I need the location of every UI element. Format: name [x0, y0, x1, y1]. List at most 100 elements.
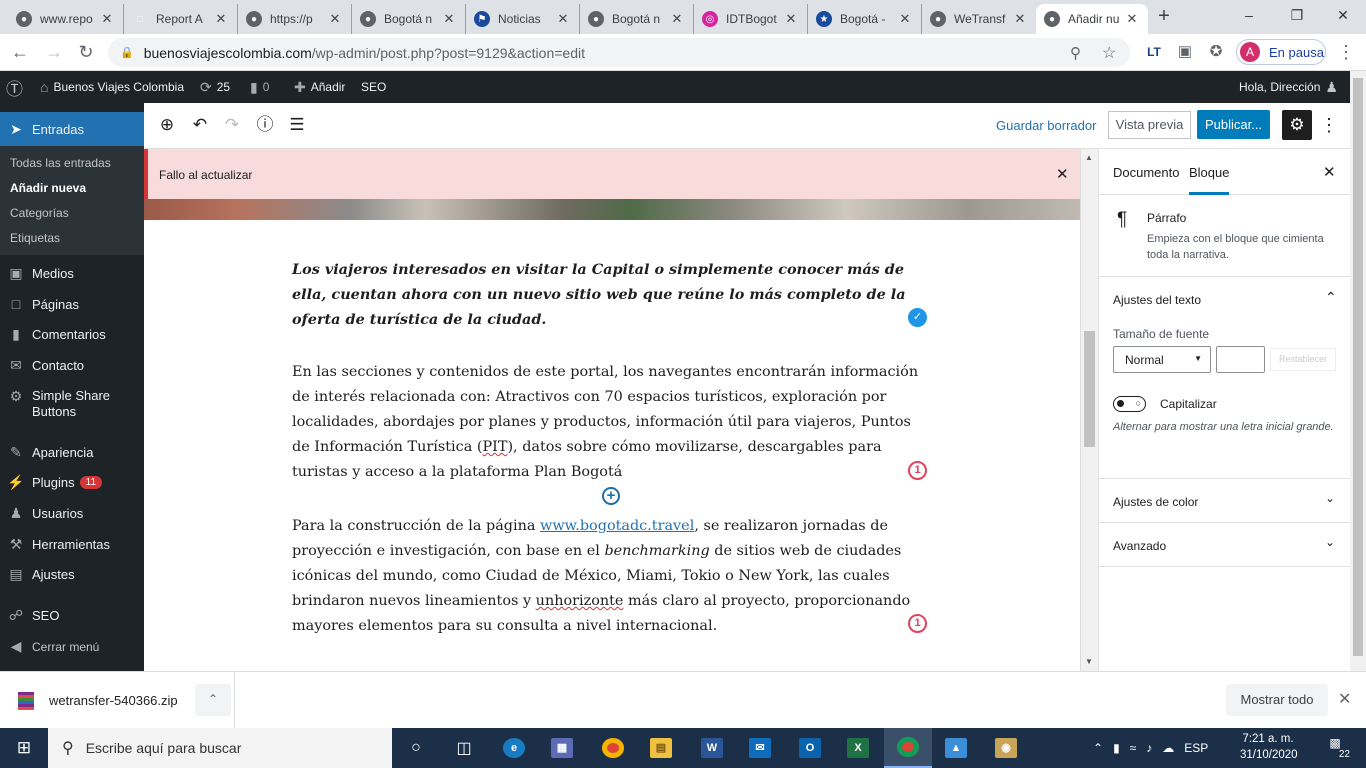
browser-tab[interactable]: ● https://p ✕ [238, 4, 352, 34]
sidebar-item-share[interactable]: ⚙ Simple Share Buttons [0, 388, 144, 420]
close-tab-icon[interactable]: ✕ [783, 11, 799, 27]
volume-icon[interactable]: ♪ [1146, 741, 1152, 755]
dismiss-notice-icon[interactable]: ✕ [1056, 165, 1069, 183]
sidebar-item-contacto[interactable]: ✉ Contacto [0, 357, 144, 374]
adminbar-comments[interactable]: ▮ 0 [250, 71, 269, 103]
sidebar-item-plugins[interactable]: ⚡ Plugins 11 [0, 474, 144, 491]
close-tab-icon[interactable]: ✕ [327, 11, 343, 27]
address-bar[interactable]: 🔒 buenosviajescolombia.com/wp-admin/post… [108, 38, 1130, 67]
browser-tab[interactable]: ◎ IDTBogot ✕ [694, 4, 808, 34]
paint-icon[interactable]: ◉ [982, 728, 1030, 768]
browser-tab[interactable]: ● Bogotá n ✕ [352, 4, 466, 34]
cloud-icon[interactable]: ☁ [1162, 741, 1174, 755]
outlook-icon[interactable]: O [786, 728, 834, 768]
photos-icon[interactable]: ▲ [932, 728, 980, 768]
submenu-tags[interactable]: Etiquetas [10, 231, 60, 245]
taskbar-search-input[interactable]: ⚲ Escribe aquí para buscar [48, 728, 392, 768]
adminbar-seo[interactable]: SEO [361, 71, 386, 103]
extensions-puzzle-icon[interactable]: ✪ [1204, 41, 1228, 65]
dropcap-toggle[interactable]: ○ [1113, 396, 1146, 412]
custom-font-size-input[interactable] [1216, 346, 1265, 373]
bogota-link[interactable]: www.bogotadc.travel [540, 518, 694, 534]
mail-icon[interactable]: ✉ [736, 728, 784, 768]
browser-tab[interactable]: ★ Bogotá - ✕ [808, 4, 922, 34]
adminbar-add-new[interactable]: ✚ Añadir [294, 71, 345, 103]
chrome-icon[interactable] [589, 728, 637, 768]
new-tab-button[interactable]: + [1150, 6, 1178, 28]
chrome-profile-icon[interactable] [884, 728, 932, 768]
sidebar-item-medios[interactable]: ▣ Medios [0, 265, 144, 282]
sidebar-item-entradas[interactable]: ➤ Entradas [0, 112, 144, 146]
close-tab-icon[interactable]: ✕ [213, 11, 229, 27]
browser-tab[interactable]: ● Bogotá n ✕ [580, 4, 694, 34]
sidebar-item-comentarios[interactable]: ▮ Comentarios [0, 326, 144, 343]
page-scrollbar[interactable] [1350, 71, 1366, 671]
sidebar-item-ajustes[interactable]: ▤ Ajustes [0, 566, 144, 583]
chevron-up-icon[interactable]: ⌃ [1325, 289, 1337, 306]
minimize-icon[interactable]: – [1226, 4, 1272, 28]
excel-icon[interactable]: X [834, 728, 882, 768]
chevron-down-icon[interactable]: ⌄ [1325, 491, 1335, 505]
lead-paragraph[interactable]: Los viajeros interesados en visitar la C… [292, 257, 932, 332]
browser-tab[interactable]: □ Report A ✕ [124, 4, 238, 34]
battery-icon[interactable]: ▮ [1113, 741, 1120, 755]
reset-button[interactable]: Restablecer [1270, 348, 1336, 371]
grammar-issue-icon[interactable]: 1 [908, 461, 927, 480]
close-tab-icon[interactable]: ✕ [1124, 11, 1140, 27]
paragraph-block[interactable]: En las secciones y contenidos de este po… [292, 360, 932, 485]
word-icon[interactable]: W [688, 728, 736, 768]
close-tab-icon[interactable]: ✕ [1012, 11, 1028, 27]
zoom-icon[interactable]: ⚲ [1070, 44, 1081, 62]
adminbar-account[interactable]: Hola, Dirección ♟ [1239, 71, 1338, 103]
reload-button[interactable]: ↻ [74, 41, 98, 65]
info-icon[interactable]: ⓘ [252, 113, 278, 139]
adminbar-updates[interactable]: ⟳ 25 [200, 71, 230, 103]
wp-logo-icon[interactable]: Ⓣ [6, 71, 23, 103]
redo-icon[interactable]: ↷ [219, 113, 245, 139]
close-sidebar-icon[interactable]: ✕ [1323, 163, 1336, 181]
sidebar-collapse[interactable]: ◀ Cerrar menú [0, 638, 144, 655]
windows-start-icon[interactable]: ⊞ [0, 728, 48, 768]
add-block-icon[interactable]: ⊕ [154, 113, 180, 139]
font-size-select[interactable]: Normal ▼ [1113, 346, 1211, 373]
close-tab-icon[interactable]: ✕ [99, 11, 115, 27]
download-options-icon[interactable]: ⌃ [195, 684, 231, 716]
chevron-up-icon[interactable]: ⌃ [1093, 741, 1103, 755]
forward-button[interactable]: → [42, 41, 66, 65]
show-all-downloads-button[interactable]: Mostrar todo [1226, 684, 1328, 716]
text-settings-toggle[interactable]: Ajustes del texto [1113, 293, 1201, 307]
close-tab-icon[interactable]: ✕ [897, 11, 913, 27]
scrollbar-thumb[interactable] [1084, 331, 1095, 447]
editor-scrollbar[interactable]: ▲ ▼ [1080, 149, 1098, 671]
file-explorer-icon[interactable]: ▤ [637, 728, 685, 768]
profile-button[interactable]: A En pausa [1236, 39, 1326, 65]
wifi-icon[interactable]: ≈ [1130, 741, 1137, 755]
sidebar-item-seo[interactable]: ☍ SEO [0, 607, 144, 624]
browser-tab[interactable]: ● Añadir nu ✕ [1036, 4, 1148, 34]
submenu-categories[interactable]: Categorías [10, 206, 69, 220]
store-icon[interactable]: ▦ [538, 728, 586, 768]
browser-tab[interactable]: ⚑ Noticias ✕ [466, 4, 580, 34]
cortana-icon[interactable]: ○ [392, 728, 440, 768]
color-settings-toggle[interactable]: Ajustes de color [1113, 495, 1198, 509]
task-view-icon[interactable]: ◫ [440, 728, 488, 768]
tab-document[interactable]: Documento [1113, 165, 1179, 180]
close-tab-icon[interactable]: ✕ [555, 11, 571, 27]
advanced-toggle[interactable]: Avanzado [1113, 539, 1166, 553]
undo-icon[interactable]: ↶ [187, 113, 213, 139]
submenu-all-posts[interactable]: Todas las entradas [10, 156, 111, 170]
settings-gear-icon[interactable]: ⚙ [1282, 110, 1312, 140]
language-indicator[interactable]: ESP [1184, 741, 1208, 755]
adminbar-site[interactable]: ⌂ Buenos Viajes Colombia [40, 71, 184, 103]
submenu-add-new[interactable]: Añadir nueva [10, 181, 86, 195]
sidebar-item-herramientas[interactable]: ⚒ Herramientas [0, 536, 144, 553]
grammar-issue-icon[interactable]: 1 [908, 614, 927, 633]
sidebar-item-usuarios[interactable]: ♟ Usuarios [0, 505, 144, 522]
download-item[interactable]: wetransfer-540366.zip ⌃ [0, 672, 235, 729]
tab-block[interactable]: Bloque [1189, 165, 1230, 195]
edge-icon[interactable]: e [490, 728, 538, 768]
taskbar-clock[interactable]: 7:21 a. m. 31/10/2020 [1240, 731, 1298, 763]
extension-lt-icon[interactable]: LT [1142, 41, 1166, 65]
close-window-icon[interactable]: ✕ [1320, 4, 1366, 28]
close-downloads-icon[interactable]: ✕ [1338, 689, 1351, 709]
